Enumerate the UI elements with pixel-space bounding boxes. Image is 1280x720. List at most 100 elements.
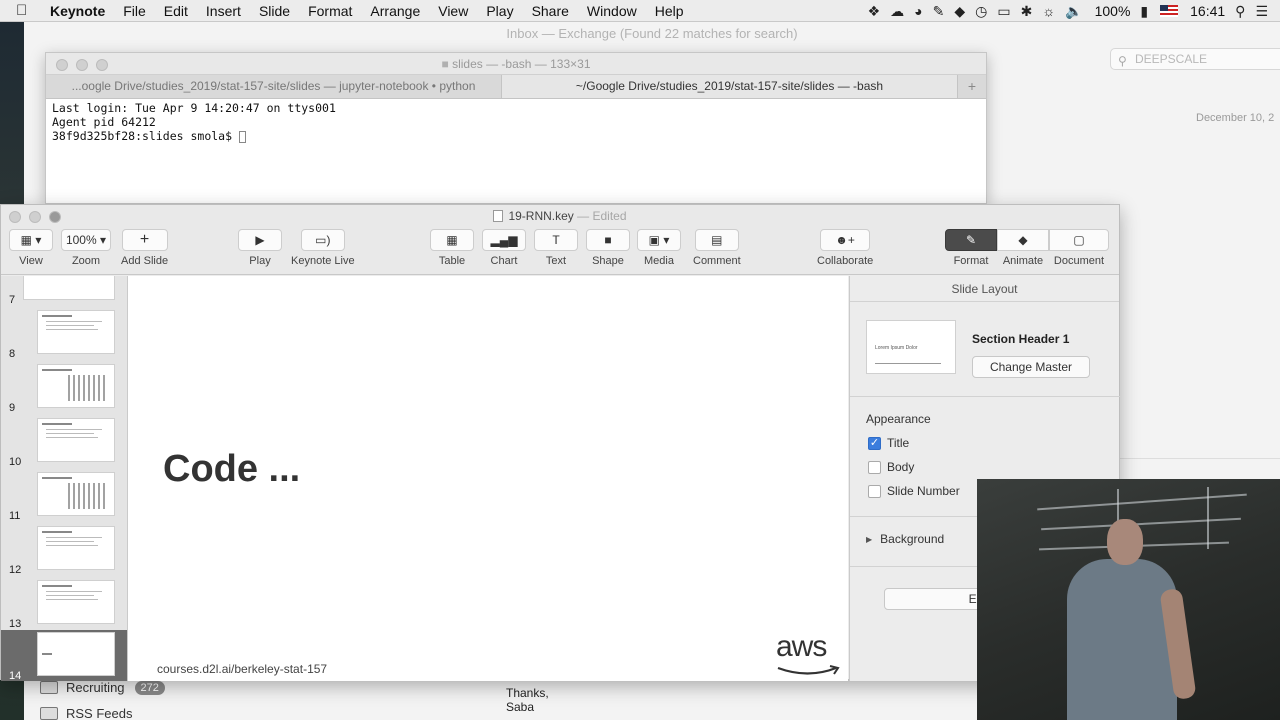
document-label: Document [1053,255,1105,267]
slide-thumbnail-7[interactable]: 7 [1,276,127,308]
slide-preview [37,364,115,408]
zoom-menu[interactable]: 100% ▾ Zoom [61,229,111,267]
dropbox-icon[interactable]: ❖ [868,3,881,20]
table-button[interactable]: ▦ Table [430,229,474,267]
animate-icon: ◆ [997,229,1049,251]
view-button[interactable]: ▦ ▾ View [9,229,53,267]
comment-button[interactable]: ▤ Comment [693,229,741,267]
slide-canvas[interactable]: Code ... courses.d2l.ai/berkeley-stat-15… [128,276,848,681]
mail-list-divider [1118,458,1280,459]
play-label: Play [249,255,271,267]
cloud-icon[interactable]: ☁ [890,3,904,20]
slide-thumbnail-8[interactable]: 8 [1,308,127,362]
terminal-tab-label: ~/Google Drive/studies_2019/stat-157-sit… [575,79,884,93]
animate-button[interactable]: ◆ Animate [997,229,1049,267]
menu-insert[interactable]: Insert [206,3,241,19]
slide-preview [37,418,115,462]
mail-sidebar-item-recruiting[interactable]: Recruiting 272 [40,680,165,695]
menu-share[interactable]: Share [532,3,569,19]
globe-icon[interactable]: ◕ [914,3,922,19]
menu-app-name[interactable]: Keynote [50,3,105,19]
master-layout-preview[interactable]: Lorem Ipsum Dolor [866,320,956,374]
slide-preview [37,632,115,676]
shape-button[interactable]: ■ Shape [586,229,630,267]
keynote-live-button[interactable]: ▭) Keynote Live [291,229,355,267]
slide-thumbnail-10[interactable]: 10 [1,416,127,470]
menu-help[interactable]: Help [655,3,684,19]
menu-edit[interactable]: Edit [164,3,188,19]
menu-arrange[interactable]: Arrange [370,3,420,19]
terminal-titlebar[interactable]: ■ slides — -bash — 133×31 [46,53,986,75]
terminal-tab-bash[interactable]: ~/Google Drive/studies_2019/stat-157-sit… [502,75,958,98]
input-source-flag-icon[interactable] [1160,5,1179,17]
slide-preview [37,472,115,516]
slide-number-checkbox-row[interactable]: Slide Number [868,484,960,498]
slide-thumbnail-13[interactable]: 13 [1,578,127,632]
media-button[interactable]: ▣ ▾ Media [637,229,681,267]
pen-icon[interactable]: ✎ [933,3,945,20]
new-tab-button[interactable]: + [958,75,986,98]
apple-menu-icon[interactable]:  [16,2,34,19]
slide-title[interactable]: Code ... [163,448,300,491]
battery-percent[interactable]: 100% [1095,3,1131,19]
airplay-icon[interactable]: ▭ [997,3,1010,20]
time-machine-icon[interactable]: ◷ [975,3,987,20]
terminal-window: ■ slides — -bash — 133×31 ...oogle Drive… [45,52,987,204]
checkmark-icon[interactable]: ✓ [868,436,881,450]
keynote-live-icon: ▭) [300,229,345,251]
format-button[interactable]: ✎ Format [945,229,997,267]
paintbrush-icon: ✎ [945,229,997,251]
status-area: ❖ ☁ ◕ ✎ ◆ ◷ ▭ ✱ ☼ 🔈 100% ▮ 16:41 ⚲ ☰ [858,0,1280,22]
background-disclosure[interactable]: ▶ Background [866,532,944,546]
menu-file[interactable]: File [123,3,146,19]
folder-icon [40,707,58,720]
wifi-icon[interactable]: ☼ [1042,3,1055,19]
collaborate-button[interactable]: ☻+ Collaborate [817,229,873,267]
menu-format[interactable]: Format [308,3,352,19]
clock[interactable]: 16:41 [1190,3,1225,19]
slide-thumbnail-11[interactable]: 11 [1,470,127,524]
mail-search-field[interactable]: ⚲ DEEPSCALE [1110,48,1280,70]
volume-icon[interactable]: 🔈 [1065,3,1082,20]
text-label: Text [545,255,567,267]
terminal-title: ■ slides — -bash — 133×31 [46,57,986,71]
menu-slide[interactable]: Slide [259,3,290,19]
spotlight-search-icon[interactable]: ⚲ [1235,3,1245,20]
menu-window[interactable]: Window [587,3,637,19]
add-slide-button[interactable]: + Add Slide [121,229,168,267]
notification-center-icon[interactable]: ☰ [1255,3,1268,20]
battery-icon[interactable]: ▮ [1140,3,1148,20]
mail-search-value: DEEPSCALE [1135,52,1208,66]
whiteboard-stroke [1207,487,1209,549]
body-checkbox-row[interactable]: Body [868,460,914,474]
slide-number-checkbox[interactable] [868,484,881,498]
keynote-window: 19-RNN.key — Edited ▦ ▾ View 100% ▾ Zoom… [0,204,1120,681]
menu-view[interactable]: View [438,3,468,19]
keynote-toolbar: ▦ ▾ View 100% ▾ Zoom + Add Slide ▶ Play … [1,227,1119,275]
menu-play[interactable]: Play [486,3,513,19]
slide-thumbnail-9[interactable]: 9 [1,362,127,416]
text-button[interactable]: T Text [534,229,578,267]
mail-sidebar-label: Recruiting [66,680,125,695]
play-button[interactable]: ▶ Play [238,229,282,267]
body-checkbox[interactable] [868,460,881,474]
slide-preview [37,526,115,570]
document-button[interactable]: ▢ Document [1049,229,1109,267]
slide-number: 10 [9,456,22,468]
bluetooth-icon[interactable]: ✱ [1021,3,1033,20]
diamond-icon[interactable]: ◆ [954,3,965,20]
slide-footer-url[interactable]: courses.d2l.ai/berkeley-stat-157 [157,662,327,676]
appearance-label: Appearance [866,412,931,426]
keynote-document-title: 19-RNN.key — Edited [1,209,1119,223]
title-checkbox-row[interactable]: ✓ Title [868,436,909,450]
mail-sidebar-item-rss[interactable]: RSS Feeds [40,706,132,720]
view-label: View [19,255,43,267]
change-master-button[interactable]: Change Master [972,356,1090,378]
slide-thumbnail-14[interactable]: 14 [1,630,127,681]
slide-thumbnail-12[interactable]: 12 [1,524,127,578]
terminal-output[interactable]: Last login: Tue Apr 9 14:20:47 on ttys00… [46,99,986,145]
terminal-tab-jupyter[interactable]: ...oogle Drive/studies_2019/stat-157-sit… [46,75,502,98]
keynote-titlebar[interactable]: 19-RNN.key — Edited [1,205,1119,227]
slide-number: 13 [9,618,22,630]
chart-button[interactable]: ▂▄▆ Chart [482,229,526,267]
